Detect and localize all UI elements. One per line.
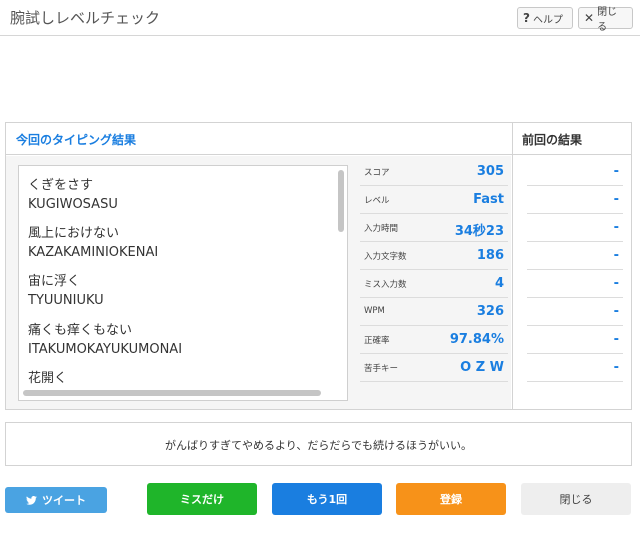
stat-value: 34秒23 (454, 224, 504, 239)
quote-text: がんばりすぎてやめるより、だらだらでも続けるほうがいい。 (164, 439, 472, 452)
previous-stat-value: - (613, 332, 619, 347)
previous-stat-value: - (613, 304, 619, 319)
previous-stat-row: - (527, 214, 623, 242)
previous-stat-row: - (527, 242, 623, 270)
help-label: ヘルプ (532, 14, 563, 26)
stat-value: 305 (476, 164, 504, 179)
previous-stat-value: - (613, 220, 619, 235)
stat-row-accuracy: 正確率 97.84% (360, 326, 508, 354)
word-kana: 風上におけない (28, 226, 120, 241)
miss-only-button[interactable]: ミスだけ (147, 483, 257, 515)
close-icon: ✕ (584, 11, 595, 25)
close-label-top: 閉じる (597, 7, 618, 33)
previous-results-title: 前回の結果 (522, 133, 583, 147)
results-panel-header: 今回のタイピング結果 前回の結果 (6, 123, 631, 155)
stat-label: 苦手キー (364, 364, 399, 374)
word-kana: 花開く (28, 371, 68, 386)
previous-stat-row: - (527, 354, 623, 382)
vertical-scrollbar[interactable] (338, 170, 344, 232)
stat-row-misses: ミス入力数 4 (360, 270, 508, 298)
stat-label: レベル (364, 196, 390, 206)
previous-stat-value: - (613, 360, 619, 375)
quote-box: がんばりすぎてやめるより、だらだらでも続けるほうがいい。 (5, 422, 632, 466)
stat-value: 97.84% (449, 332, 504, 347)
stat-value: O Z W (460, 360, 504, 375)
word-romaji: TYUUNIUKU (28, 293, 104, 308)
stat-row-level: レベル Fast (360, 186, 508, 214)
stat-label: スコア (364, 168, 390, 178)
stat-row-wpm: WPM 326 (360, 298, 508, 326)
register-button[interactable]: 登録 (396, 483, 506, 515)
stat-value: Fast (473, 192, 504, 207)
tweet-button[interactable]: ツイート (5, 487, 107, 513)
current-stats: スコア 305 レベル Fast 入力時間 34秒23 入力文字数 186 ミス… (356, 156, 511, 409)
current-results-title: 今回のタイピング結果 (16, 133, 137, 147)
word-kana: 宙に浮く (28, 274, 81, 289)
header-bar: 腕試しレベルチェック ? ヘルプ ✕ 閉じる (0, 0, 640, 36)
close-button[interactable]: 閉じる (521, 483, 631, 515)
previous-stat-value: - (613, 192, 619, 207)
stat-value: 186 (476, 248, 504, 263)
word-romaji: ITAKUMOKAYUKUMONAI (28, 342, 183, 357)
stat-label: ミス入力数 (364, 280, 407, 290)
typed-words-list[interactable]: くぎをさす KUGIWOSASU 風上におけない KAZAKAMINIOKENA… (18, 165, 348, 401)
word-romaji: KUGIWOSASU (28, 197, 118, 212)
stat-label: 入力文字数 (364, 252, 407, 262)
results-panel: 今回のタイピング結果 前回の結果 くぎをさす KUGIWOSASU 風上におけな… (5, 122, 632, 410)
stat-label: 入力時間 (364, 224, 399, 234)
previous-stat-row: - (527, 326, 623, 354)
previous-stat-value: - (613, 164, 619, 179)
stat-row-time: 入力時間 34秒23 (360, 214, 508, 242)
previous-stat-row: - (527, 158, 623, 186)
previous-stats: - - - - - - - - (513, 156, 631, 409)
stat-row-chars: 入力文字数 186 (360, 242, 508, 270)
previous-stat-row: - (527, 186, 623, 214)
tweet-label: ツイート (42, 494, 86, 507)
word-kana: くぎをさす (28, 178, 94, 193)
page-title: 腕試しレベルチェック (10, 9, 161, 27)
stat-value: 326 (476, 304, 504, 319)
word-kana: 痛くも痒くもない (28, 323, 133, 338)
stat-label: 正確率 (364, 336, 390, 346)
previous-stat-row: - (527, 270, 623, 298)
word-romaji: KAZAKAMINIOKENAI (28, 245, 159, 260)
close-button-top[interactable]: ✕ 閉じる (578, 7, 633, 33)
stat-row-score: スコア 305 (360, 158, 508, 186)
previous-stat-value: - (613, 248, 619, 263)
horizontal-scrollbar[interactable] (23, 390, 321, 396)
stat-value: 4 (494, 276, 504, 291)
stat-label: WPM (364, 306, 385, 316)
previous-stat-value: - (613, 276, 619, 291)
retry-button[interactable]: もう1回 (272, 483, 382, 515)
stat-row-weak-keys: 苦手キー O Z W (360, 354, 508, 382)
twitter-bird-icon (26, 495, 37, 505)
question-icon: ? (523, 11, 530, 25)
previous-stat-row: - (527, 298, 623, 326)
help-button[interactable]: ? ヘルプ (517, 7, 573, 29)
